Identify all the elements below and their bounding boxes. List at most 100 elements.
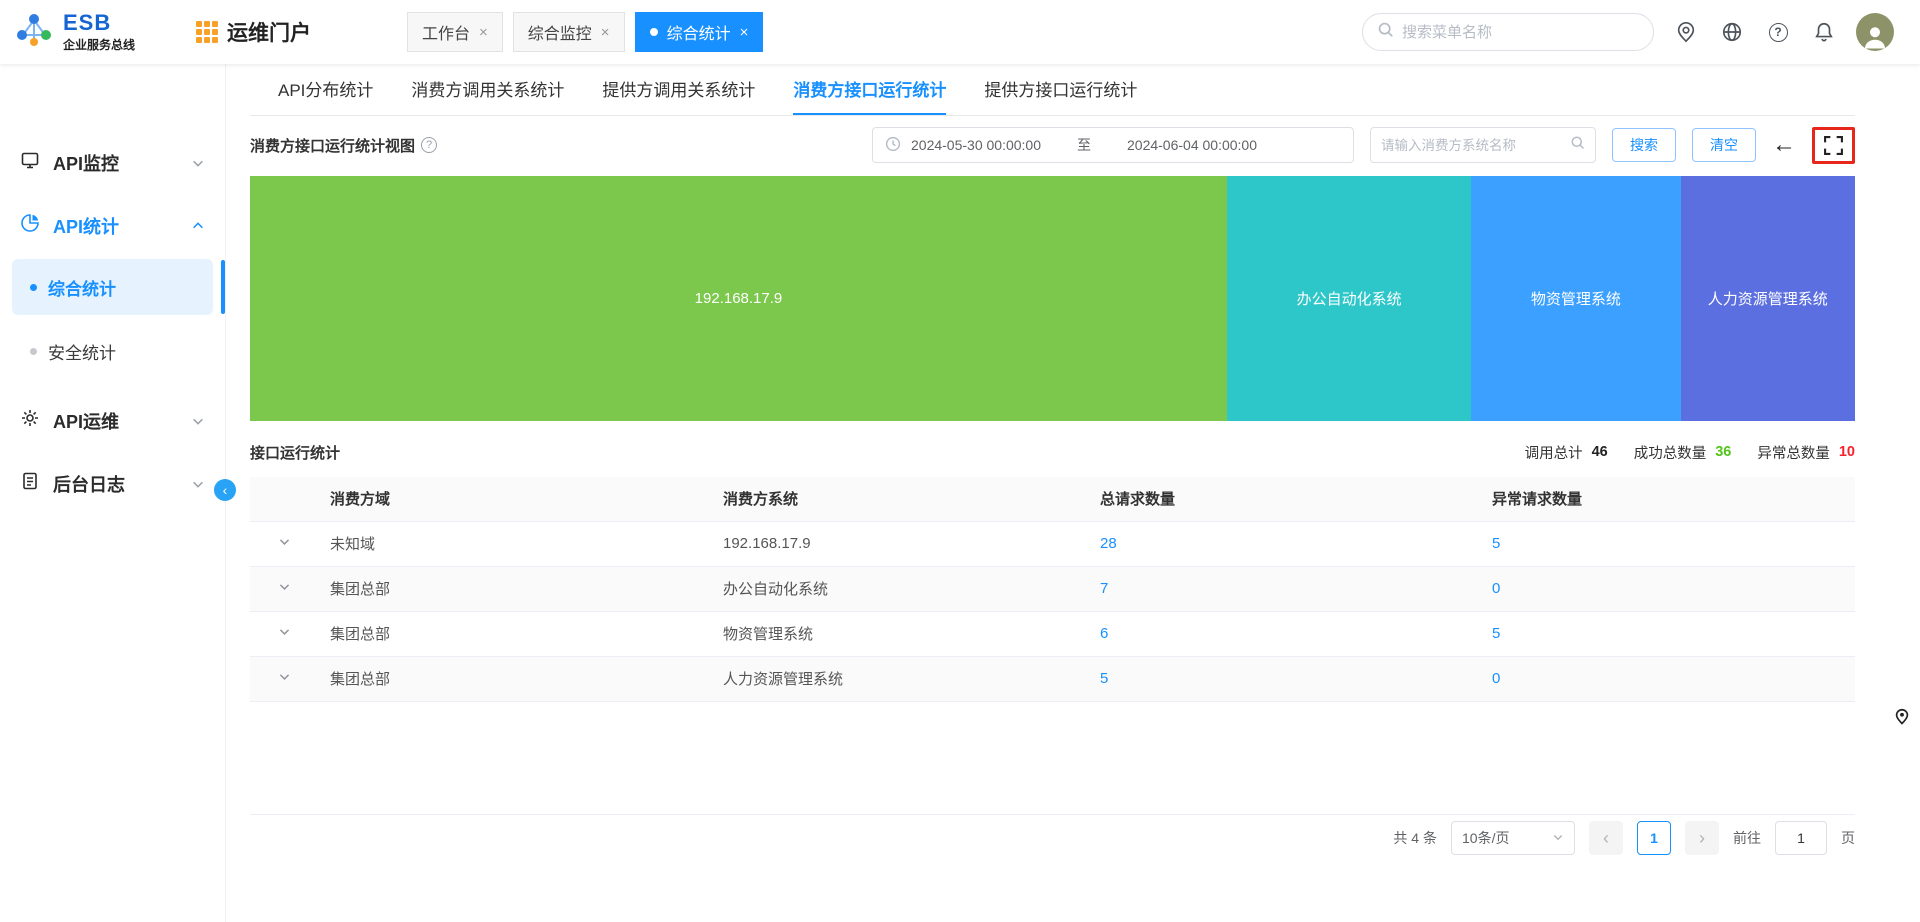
controls-row: 消费方接口运行统计视图 ? 2024-05-30 00:00:00 至 2024…: [250, 126, 1855, 164]
consumer-system-input[interactable]: [1381, 138, 1564, 153]
page-size-select[interactable]: 10条/页: [1451, 821, 1575, 855]
menu-search-input[interactable]: [1402, 24, 1639, 41]
row-expand-icon[interactable]: [278, 625, 291, 638]
date-range-picker[interactable]: 2024-05-30 00:00:00 至 2024-06-04 00:00:0…: [872, 127, 1354, 163]
active-tab-dot: [650, 28, 658, 36]
content-tab[interactable]: 提供方接口运行统计: [984, 64, 1137, 115]
stat-label: 调用总计: [1525, 442, 1583, 463]
sidebar-item-security-statistics[interactable]: 安全统计: [12, 323, 213, 379]
globe-icon[interactable]: [1718, 18, 1746, 46]
content-tab[interactable]: 提供方调用关系统计: [602, 64, 755, 115]
clear-button[interactable]: 清空: [1692, 128, 1756, 162]
back-arrow-icon[interactable]: ←: [1772, 133, 1796, 157]
sidebar-item-label: API统计: [53, 213, 119, 239]
sidebar-item-comprehensive-statistics[interactable]: 综合统计: [12, 259, 213, 315]
treemap-block[interactable]: 办公自动化系统: [1227, 176, 1471, 421]
column-header: 异常请求数量: [1480, 477, 1855, 521]
user-location-icon[interactable]: [1672, 18, 1700, 46]
header-tab[interactable]: 综合监控×: [513, 12, 625, 52]
header-right: ?: [1362, 13, 1894, 51]
close-icon[interactable]: ×: [479, 25, 488, 40]
goto-page-input[interactable]: [1775, 821, 1827, 855]
cell-total-requests-link[interactable]: 7: [1100, 580, 1108, 597]
menu-search[interactable]: [1362, 13, 1654, 51]
table-header-row: 消费方域消费方系统总请求数量异常请求数量: [250, 477, 1855, 521]
column-header: 消费方系统: [711, 477, 1088, 521]
cell-consumer-system: 192.168.17.9: [711, 521, 1088, 566]
stats-row: 接口运行统计 调用总计46成功总数量36异常总数量10: [250, 435, 1855, 469]
date-start[interactable]: 2024-05-30 00:00:00: [911, 137, 1041, 153]
info-icon[interactable]: ?: [421, 137, 437, 153]
table-body: 未知域192.168.17.9285集团总部办公自动化系统70集团总部物资管理系…: [250, 521, 1855, 701]
cell-consumer-domain: 集团总部: [318, 656, 711, 701]
cell-total-requests-link[interactable]: 6: [1100, 625, 1108, 642]
sidebar-item-api-operations[interactable]: API运维: [0, 389, 225, 452]
treemap-block[interactable]: 人力资源管理系统: [1681, 176, 1855, 421]
page-size-value: 10条/页: [1462, 828, 1509, 848]
table-row: 未知域192.168.17.9285: [250, 521, 1855, 566]
cell-error-requests-link[interactable]: 0: [1492, 670, 1500, 687]
stat-label: 异常总数量: [1757, 442, 1830, 463]
current-page-button[interactable]: 1: [1637, 821, 1671, 855]
chevron-down-icon: [191, 414, 205, 428]
portal-title-group: 运维门户: [196, 17, 311, 47]
row-expand-icon[interactable]: [278, 670, 291, 683]
cell-total-requests-link[interactable]: 5: [1100, 670, 1108, 687]
treemap-block[interactable]: 物资管理系统: [1471, 176, 1680, 421]
close-icon[interactable]: ×: [740, 25, 749, 40]
next-icon: ›: [1699, 828, 1705, 849]
annotation-highlight-box: [1812, 127, 1855, 164]
sidebar-item-api-monitor[interactable]: API监控: [0, 131, 225, 194]
row-expand-icon[interactable]: [278, 535, 291, 548]
row-expand-icon[interactable]: [278, 580, 291, 593]
sidebar-item-label: API运维: [53, 408, 119, 434]
sidebar: API监控 API统计 综合统计 安全统计: [0, 64, 226, 922]
content-tab[interactable]: 消费方接口运行统计: [793, 64, 946, 115]
avatar[interactable]: [1856, 13, 1894, 51]
top-header: ESB 企业服务总线 运维门户 工作台×综合监控×综合统计× ?: [0, 0, 1920, 64]
date-end[interactable]: 2024-06-04 00:00:00: [1127, 137, 1257, 153]
cell-total-requests-link[interactable]: 28: [1100, 535, 1117, 552]
document-icon: [20, 471, 40, 496]
cell-error-requests-link[interactable]: 5: [1492, 535, 1500, 552]
pagination: 共 4 条 10条/页 ‹ 1 › 前往 页: [250, 814, 1855, 862]
expand-column-header: [250, 477, 318, 521]
cell-error-requests-link[interactable]: 0: [1492, 580, 1500, 597]
chevron-up-icon: [191, 219, 205, 233]
header-tab-label: 工作台: [422, 20, 470, 44]
sidebar-item-api-statistics[interactable]: API统计: [0, 194, 225, 257]
header-tab[interactable]: 综合统计×: [635, 12, 764, 52]
sidebar-item-label: 后台日志: [53, 471, 125, 497]
page-unit-label: 页: [1841, 828, 1855, 848]
column-header: 总请求数量: [1088, 477, 1480, 521]
notification-bell-icon[interactable]: [1810, 18, 1838, 46]
content-tab[interactable]: API分布统计: [278, 64, 373, 115]
sidebar-item-backend-logs[interactable]: 后台日志: [0, 452, 225, 515]
active-menu-indicator: [221, 260, 225, 314]
next-page-button[interactable]: ›: [1685, 821, 1719, 855]
header-tab-bar: 工作台×综合监控×综合统计×: [407, 12, 763, 52]
anchor-pin-icon[interactable]: [1892, 706, 1912, 726]
table-row: 集团总部人力资源管理系统50: [250, 656, 1855, 701]
chart-view-title: 消费方接口运行统计视图 ?: [250, 135, 437, 156]
treemap: 192.168.17.9办公自动化系统物资管理系统人力资源管理系统: [250, 176, 1855, 421]
prev-page-button[interactable]: ‹: [1589, 821, 1623, 855]
cell-error-requests-link[interactable]: 5: [1492, 625, 1500, 642]
help-icon[interactable]: ?: [1764, 18, 1792, 46]
logo-title: ESB: [63, 12, 135, 34]
treemap-block[interactable]: 192.168.17.9: [250, 176, 1227, 421]
header-tab[interactable]: 工作台 ×: [407, 12, 503, 52]
prev-icon: ‹: [1603, 828, 1609, 849]
esb-logo-icon: [14, 10, 54, 55]
monitor-icon: [20, 150, 40, 175]
consumer-system-search[interactable]: [1370, 127, 1596, 163]
sidebar-submenu: 综合统计 安全统计: [0, 257, 225, 389]
close-icon[interactable]: ×: [601, 25, 610, 40]
search-button[interactable]: 搜索: [1612, 128, 1676, 162]
bullet-dot: [30, 284, 37, 291]
fullscreen-icon[interactable]: [1823, 135, 1844, 156]
table-row: 集团总部办公自动化系统70: [250, 566, 1855, 611]
sidebar-collapse-button[interactable]: ‹: [214, 479, 236, 501]
chevron-down-icon: [191, 477, 205, 491]
content-tab[interactable]: 消费方调用关系统计: [411, 64, 564, 115]
